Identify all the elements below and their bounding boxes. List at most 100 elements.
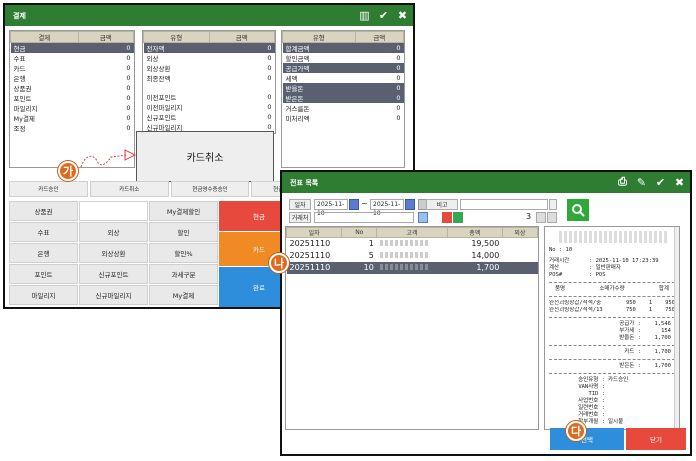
row-label: 이전포인트 [146,94,177,103]
table-row[interactable]: 상품권 0 [11,83,134,93]
grid-button[interactable] [79,201,148,221]
table-row[interactable]: 합계금액 0 [282,42,404,53]
page-icon[interactable] [536,212,546,223]
list-column-header[interactable]: 일자 [286,227,343,238]
table-row[interactable]: 이전마일리지 0 [144,102,275,112]
voucher-row[interactable]: 20251110 1 19,500 [287,238,538,250]
row-label: 받은돈 [282,93,356,103]
grid-button[interactable]: 은행 [9,243,78,263]
column-header[interactable]: 금액 [77,31,134,43]
receipt-datetime: : 2025-11-10 17:23:39 [589,258,659,264]
page-icon[interactable] [547,212,557,223]
row-label: 외상상환 [146,65,171,73]
grid-button[interactable]: 마일리지 [9,285,78,305]
table-row[interactable]: 조정 0 [11,123,134,133]
green-action-icon[interactable] [453,212,463,223]
column-header[interactable]: 금액 [208,31,275,43]
receipt-supply: 1,546 [654,321,671,327]
date-to-input[interactable]: 2025-11-10 [370,199,404,217]
grid-button[interactable]: 신규포인트 [79,264,148,284]
table-row[interactable]: 이전포인트 0 [144,92,275,102]
table-row[interactable]: 외상 0 [144,53,275,63]
marker-na: 나 [269,253,289,273]
list-column-header[interactable]: 고객 [376,227,448,238]
check-icon[interactable]: ✔ [377,8,390,22]
table-row[interactable]: 수표 0 [11,53,134,63]
calendar-icon[interactable] [405,199,415,210]
table-row[interactable]: 받을돈 0 [282,83,404,93]
voucher-row[interactable]: 20251110 5 14,000 [287,250,538,262]
table-row[interactable]: 신규포인트 0 [144,112,275,122]
table-row[interactable]: 거스름돈 0 [283,103,404,113]
table-row[interactable]: 미처리액 0 [283,113,404,123]
table-row[interactable]: 세액 0 [283,73,404,83]
table-row[interactable]: 최종잔액 0 [144,73,275,83]
print-icon[interactable]: ⎙ [616,175,629,189]
receipt-van-label: VAN사명 : [578,384,605,390]
grid-button[interactable]: My결제 [149,285,218,305]
table-row[interactable]: 은행 0 [11,73,134,83]
list-column-header[interactable]: 외상 [501,227,538,238]
grid-icon[interactable]: ▥ [358,8,371,22]
close-button[interactable]: 닫기 [626,428,686,450]
bigo-label: 비고 [426,199,458,210]
table-row[interactable]: 포인트 0 [11,93,134,103]
table-row[interactable]: 마일리지 0 [11,103,134,113]
row-label: 신규포인트 [146,114,177,123]
column-header[interactable]: 결제 [10,31,79,43]
row-value: 0 [396,54,401,62]
close-icon[interactable]: ✖ [673,175,686,189]
table-row[interactable]: 공급가액 0 [282,63,404,73]
grid-button[interactable]: 할인% [149,243,218,263]
search-button[interactable] [567,199,589,221]
customer-input[interactable] [314,212,414,223]
table-row[interactable]: 카드 0 [11,63,134,73]
lookup-icon[interactable] [418,212,428,223]
action-tab-0[interactable]: 카드승인 [9,181,88,197]
receipt-recv: 1,700 [654,335,671,341]
receipt-got-label: 받은돈 : [619,363,641,369]
grid-button[interactable]: 외상상환 [79,243,148,263]
select-button[interactable]: 선택 [550,428,624,450]
row-value: 0 [126,124,131,132]
list-column-header[interactable]: 총액 [446,227,503,238]
table-row[interactable]: 전자액 0 [143,42,275,53]
grid-button[interactable]: 외상 [79,222,148,242]
date-from-input[interactable]: 2025-11-10 [314,199,348,217]
grid-button[interactable]: My결제할인 [149,201,218,221]
column-header[interactable]: 금액 [354,31,404,43]
column-header[interactable]: 유형 [143,31,210,43]
grid-button[interactable]: 수표 [9,222,78,242]
close-icon[interactable]: ✖ [396,8,409,22]
list-column-header[interactable]: No [341,227,378,238]
receipt-scrollbar[interactable] [674,227,679,429]
table-row[interactable]: 받은돈 0 [282,93,404,103]
table-row[interactable]: 현금 0 [10,42,134,53]
grid-button[interactable]: 과세구분 [149,264,218,284]
row-label: 할인금액 [285,55,310,63]
receipt-no: No : 10 [549,247,573,253]
edit-icon[interactable]: ✎ [635,175,648,189]
column-header[interactable]: 유형 [282,31,356,43]
row-label: 조정 [13,125,26,133]
table-row[interactable]: 외상상환 0 [144,63,275,73]
voucher-row[interactable]: 20251110 10 1,700 [286,261,538,274]
grid-button[interactable]: 할인 [149,222,218,242]
bigo-dropdown[interactable] [549,199,557,210]
row-value: 0 [267,74,272,82]
action-tab-2[interactable]: 현금영수증승인 [170,181,250,197]
table-row[interactable]: 할인금액 0 [283,53,404,63]
calendar-icon[interactable] [349,199,359,210]
row-value: 0 [267,103,272,112]
grid-button[interactable]: 상품권 [9,201,78,221]
red-action-icon[interactable] [442,212,452,223]
marker-da: 다 [566,421,586,441]
bigo-input[interactable] [460,199,548,210]
action-tab-1[interactable]: 카드취소 [89,181,169,197]
row-value: 0 [267,93,272,102]
grid-button[interactable]: 포인트 [9,264,78,284]
table-row[interactable] [144,83,275,92]
table-row[interactable]: My결제 0 [11,113,134,123]
grid-button[interactable]: 신규마일리지 [79,285,148,305]
check-icon[interactable]: ✔ [654,175,667,189]
